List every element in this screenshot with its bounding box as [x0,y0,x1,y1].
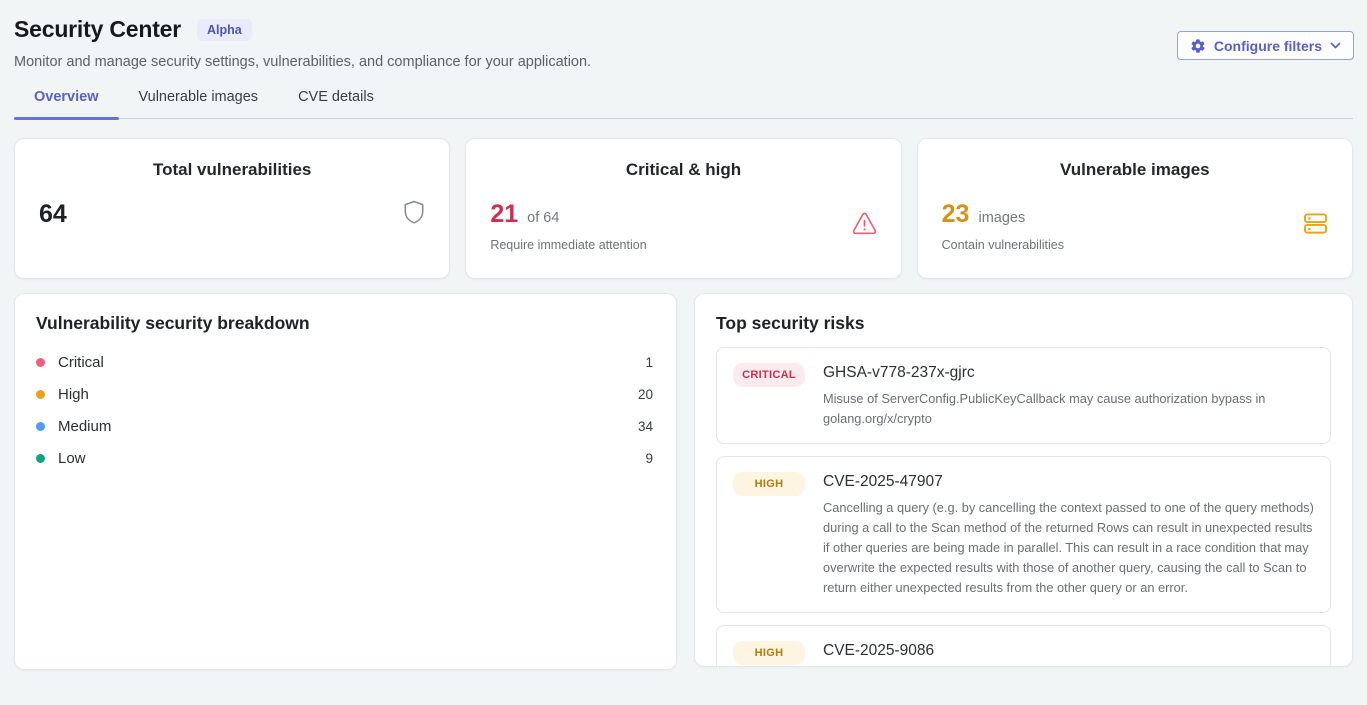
legend-value: 1 [645,355,655,370]
medium-dot-icon [36,422,45,431]
severity-badge: HIGH [733,472,805,496]
alpha-badge: Alpha [197,19,252,41]
chevron-down-icon [1330,42,1341,49]
risk-description: Cancelling a query (e.g. by cancelling t… [823,498,1314,598]
gear-icon [1190,38,1206,54]
risk-item-cve-2025-9086[interactable]: HIGH CVE-2025-9086 [716,625,1331,667]
legend-label: High [58,386,638,403]
tab-overview[interactable]: Overview [14,83,119,118]
legend-row-high: High 20 [36,378,655,410]
configure-filters-button[interactable]: Configure filters [1177,31,1354,60]
legend-row-medium: Medium 34 [36,410,655,442]
tab-bar: Overview Vulnerable images CVE details [14,83,1353,119]
configure-filters-label: Configure filters [1214,38,1322,54]
critical-high-value: 21 [490,200,518,229]
critical-high-card: Critical & high 21 of 64 Require immedia… [465,138,901,279]
risk-id: CVE-2025-47907 [823,471,1314,493]
legend-label: Critical [58,354,645,371]
total-vulnerabilities-value: 64 [39,200,67,229]
risk-item-ghsa-v778-237x-gjrc[interactable]: CRITICAL GHSA-v778-237x-gjrc Misuse of S… [716,347,1331,444]
panels-row: Vulnerability security breakdown Critica… [14,293,1353,670]
page-header: Security Center Alpha Configure filters … [0,0,1367,119]
server-stack-icon [1303,212,1328,240]
legend-row-low: Low 9 [36,442,655,474]
shield-icon [403,200,425,229]
critical-high-suffix: of 64 [527,210,559,226]
tab-vulnerable-images[interactable]: Vulnerable images [119,83,279,118]
tab-cve-details[interactable]: CVE details [278,83,394,118]
top-risks-title: Top security risks [716,313,1331,334]
stat-card-title: Vulnerable images [942,160,1328,180]
severity-badge: CRITICAL [733,363,805,387]
legend-row-critical: Critical 1 [36,346,655,378]
top-security-risks-panel: Top security risks CRITICAL GHSA-v778-23… [694,293,1353,667]
warning-triangle-icon [852,212,877,240]
legend-label: Medium [58,418,638,435]
stat-card-title: Critical & high [490,160,876,180]
legend-value: 9 [645,451,655,466]
risk-list: CRITICAL GHSA-v778-237x-gjrc Misuse of S… [716,347,1331,667]
risk-id: CVE-2025-9086 [823,640,1314,662]
legend-value: 34 [638,419,655,434]
vulnerability-breakdown-panel: Vulnerability security breakdown Critica… [14,293,677,670]
critical-dot-icon [36,358,45,367]
vulnerable-images-card: Vulnerable images 23 images Contain vuln… [917,138,1353,279]
high-dot-icon [36,390,45,399]
legend-label: Low [58,450,645,467]
vulnerable-images-value: 23 [942,200,970,229]
severity-badge: HIGH [733,641,805,665]
vulnerable-images-subtext: Contain vulnerabilities [942,238,1303,252]
page-subtitle: Monitor and manage security settings, vu… [14,54,1353,70]
stat-card-title: Total vulnerabilities [39,160,425,180]
breakdown-title: Vulnerability security breakdown [36,313,655,334]
vulnerable-images-suffix: images [978,210,1025,226]
low-dot-icon [36,454,45,463]
page-title: Security Center [14,16,181,43]
stat-cards-row: Total vulnerabilities 64 Critical & high… [14,138,1353,279]
legend-value: 20 [638,387,655,402]
critical-high-subtext: Require immediate attention [490,238,851,252]
risk-item-cve-2025-47907[interactable]: HIGH CVE-2025-47907 Cancelling a query (… [716,456,1331,613]
risk-description: Misuse of ServerConfig.PublicKeyCallback… [823,389,1314,429]
severity-legend: Critical 1 High 20 Medium 34 Low 9 [36,346,655,474]
risk-id: GHSA-v778-237x-gjrc [823,362,1314,384]
total-vulnerabilities-card: Total vulnerabilities 64 [14,138,450,279]
